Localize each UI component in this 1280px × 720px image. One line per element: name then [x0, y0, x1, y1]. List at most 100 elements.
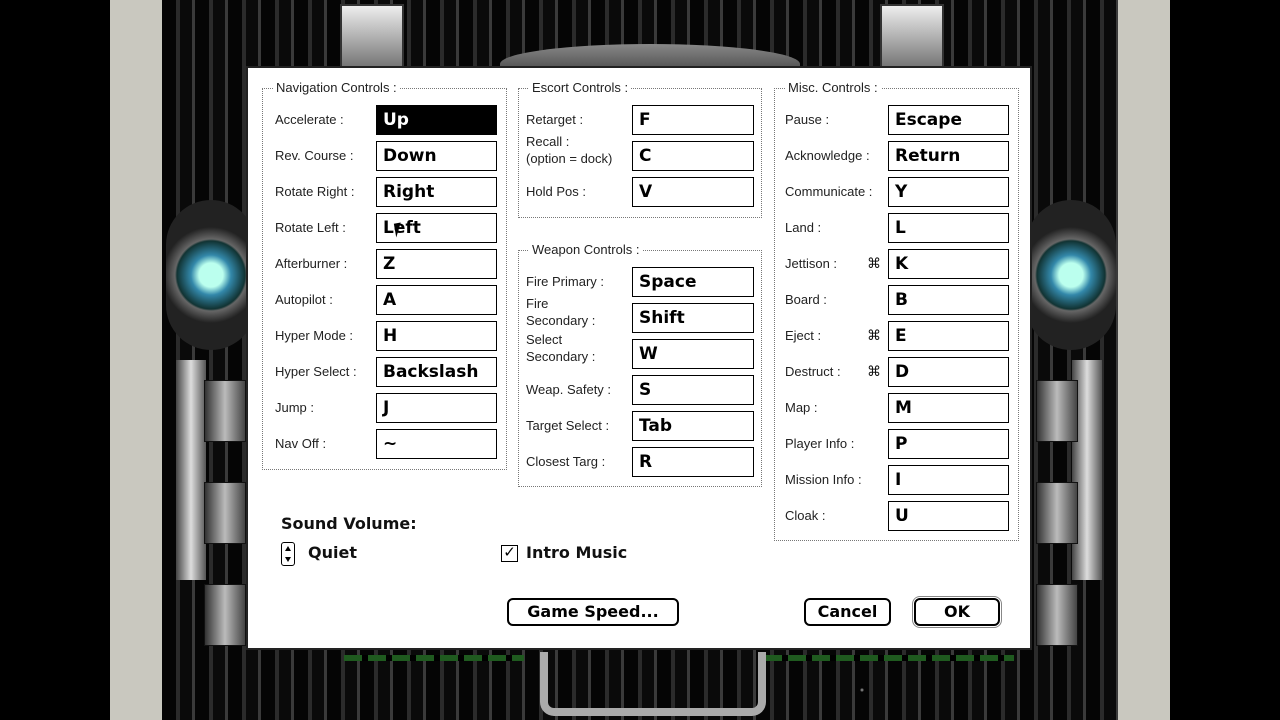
- navigation-label: Accelerate :: [275, 112, 344, 127]
- navigation-controls-title: Navigation Controls :: [273, 80, 400, 95]
- weapon-key-value: Tab: [639, 416, 673, 436]
- weapon-label-line1: Select: [526, 332, 563, 347]
- navigation-label: Rotate Right :: [275, 184, 355, 199]
- misc-key-field[interactable]: E: [888, 321, 1009, 351]
- navigation-key-field[interactable]: H: [376, 321, 497, 351]
- navigation-controls-group: Navigation Controls : Accelerate : Up Rev.…: [262, 80, 507, 470]
- navigation-label: Afterburner :: [275, 256, 348, 271]
- misc-label: Cloak :: [785, 508, 826, 523]
- escort-label: Hold Pos :: [526, 184, 586, 199]
- ship-strut: [1036, 584, 1078, 646]
- escort-label-line1: Recall :: [526, 134, 570, 149]
- weapon-key-field[interactable]: W: [632, 339, 754, 369]
- ship-rail: [344, 655, 524, 661]
- misc-key-field[interactable]: U: [888, 501, 1009, 531]
- navigation-key-value: Backslash: [383, 362, 479, 382]
- weapon-key-field[interactable]: Space: [632, 267, 754, 297]
- misc-key-field[interactable]: L: [888, 213, 1009, 243]
- command-key-icon: ⌘: [867, 255, 881, 271]
- escort-key-value: C: [639, 146, 652, 166]
- cancel-button[interactable]: Cancel: [804, 598, 891, 626]
- navigation-label: Nav Off :: [275, 436, 327, 451]
- escort-key-field[interactable]: F: [632, 105, 754, 135]
- misc-key-field[interactable]: M: [888, 393, 1009, 423]
- weapon-label-line1: Fire: [526, 296, 549, 311]
- misc-key-field[interactable]: K: [888, 249, 1009, 279]
- navigation-key-field[interactable]: ~: [376, 429, 497, 459]
- intro-music-checkbox[interactable]: ✓: [501, 545, 518, 562]
- navigation-key-value: J: [383, 398, 390, 418]
- navigation-key-field[interactable]: Backslash: [376, 357, 497, 387]
- weapon-key-field[interactable]: Shift: [632, 303, 754, 333]
- sound-volume-stepper[interactable]: [281, 542, 295, 566]
- escort-key-value: F: [639, 110, 651, 130]
- ship-orb-right: [1026, 200, 1116, 350]
- sound-volume-value[interactable]: Quiet: [308, 543, 357, 562]
- misc-label: Jettison :: [785, 256, 838, 271]
- misc-key-value: D: [895, 362, 910, 382]
- navigation-key-value: Up: [383, 110, 409, 130]
- navigation-label: Rotate Left :: [275, 220, 346, 235]
- ship-strut: [204, 380, 246, 442]
- navigation-key-field[interactable]: A: [376, 285, 497, 315]
- navigation-key-field[interactable]: J: [376, 393, 497, 423]
- misc-label: Map :: [785, 400, 818, 415]
- misc-label: Acknowledge :: [785, 148, 870, 163]
- navigation-key-field[interactable]: Z: [376, 249, 497, 279]
- weapon-label: Target Select :: [526, 418, 610, 433]
- weapon-controls-title: Weapon Controls :: [529, 242, 643, 257]
- navigation-key-value: Z: [383, 254, 396, 274]
- escort-label-line2: (option = dock): [526, 151, 613, 166]
- ship-clamp-right: [880, 4, 944, 68]
- misc-key-field[interactable]: P: [888, 429, 1009, 459]
- misc-key-field[interactable]: Return: [888, 141, 1009, 171]
- navigation-label: Rev. Course :: [275, 148, 354, 163]
- weapon-key-field[interactable]: S: [632, 375, 754, 405]
- weapon-key-field[interactable]: Tab: [632, 411, 754, 441]
- weapon-label: Fire Primary :: [526, 274, 604, 289]
- weapon-label-line2: Secondary :: [526, 349, 596, 364]
- misc-key-value: Return: [895, 146, 961, 166]
- command-key-icon: ⌘: [867, 327, 881, 343]
- weapon-label: Weap. Safety :: [526, 382, 612, 397]
- misc-key-value: Escape: [895, 110, 962, 130]
- weapon-label-line2: Secondary :: [526, 313, 596, 328]
- command-key-icon: ⌘: [867, 363, 881, 379]
- escort-key-field[interactable]: C: [632, 141, 754, 171]
- ship-strut: [1036, 482, 1078, 544]
- misc-key-field[interactable]: Y: [888, 177, 1009, 207]
- escort-controls-title: Escort Controls :: [529, 80, 632, 95]
- game-speed-button[interactable]: Game Speed...: [507, 598, 679, 626]
- misc-key-value: B: [895, 290, 908, 310]
- navigation-key-field[interactable]: Right: [376, 177, 497, 207]
- misc-controls-group: Misc. Controls : Pause : Escape Acknowledg…: [774, 80, 1019, 541]
- ship-strut: [204, 482, 246, 544]
- weapon-label: Fire Secondary :: [526, 295, 595, 329]
- navigation-key-value: ~: [383, 434, 398, 454]
- misc-key-value: M: [895, 398, 912, 418]
- misc-controls-title: Misc. Controls :: [785, 80, 881, 95]
- sound-volume-label: Sound Volume:: [281, 514, 417, 533]
- misc-label: Pause :: [785, 112, 830, 127]
- weapon-key-value: R: [639, 452, 653, 472]
- left-border-pillar: [110, 0, 162, 720]
- intro-music-label[interactable]: Intro Music: [526, 543, 627, 562]
- weapon-key-value: S: [639, 380, 652, 400]
- navigation-key-value: Down: [383, 146, 437, 166]
- misc-key-field[interactable]: I: [888, 465, 1009, 495]
- navigation-label: Hyper Mode :: [275, 328, 354, 343]
- navigation-key-field[interactable]: Up: [376, 105, 497, 135]
- ok-button[interactable]: OK: [914, 598, 1000, 626]
- misc-key-field[interactable]: D: [888, 357, 1009, 387]
- misc-key-value: P: [895, 434, 908, 454]
- escort-key-field[interactable]: V: [632, 177, 754, 207]
- ship-strut: [204, 584, 246, 646]
- misc-key-value: U: [895, 506, 909, 526]
- misc-key-field[interactable]: Escape: [888, 105, 1009, 135]
- misc-key-value: Y: [895, 182, 908, 202]
- weapon-key-value: Shift: [639, 308, 685, 328]
- weapon-key-field[interactable]: R: [632, 447, 754, 477]
- navigation-label: Jump :: [275, 400, 315, 415]
- navigation-key-field[interactable]: Down: [376, 141, 497, 171]
- misc-key-field[interactable]: B: [888, 285, 1009, 315]
